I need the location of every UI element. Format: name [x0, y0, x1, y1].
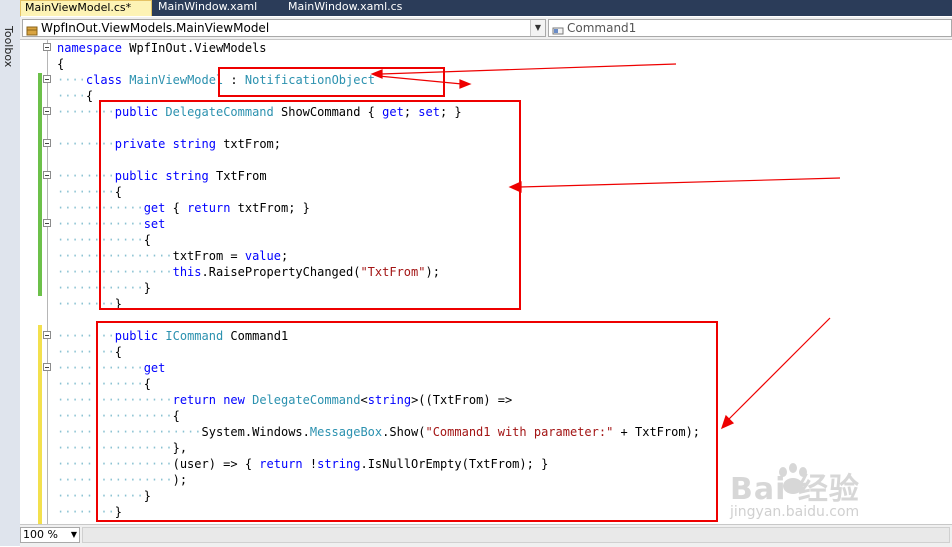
arrow-head: [459, 79, 472, 89]
arrow-line: [727, 317, 831, 421]
arrow-head: [720, 414, 735, 430]
baidu-watermark: Bai 经验 jingyan.baidu.com: [728, 462, 938, 526]
arrow-head: [508, 181, 522, 193]
arrow-line: [377, 75, 463, 85]
watermark-url: jingyan.baidu.com: [730, 504, 860, 520]
arrow-line: [519, 177, 841, 188]
paw-icon: [779, 463, 807, 494]
editor-bottom-bar: 100 % ▼: [20, 524, 952, 547]
arrow-line: [379, 63, 677, 75]
chevron-down-icon[interactable]: ▼: [71, 528, 77, 542]
horizontal-scrollbar[interactable]: [82, 527, 950, 543]
zoom-dropdown[interactable]: 100 % ▼: [20, 527, 80, 543]
zoom-value: 100 %: [23, 528, 58, 541]
